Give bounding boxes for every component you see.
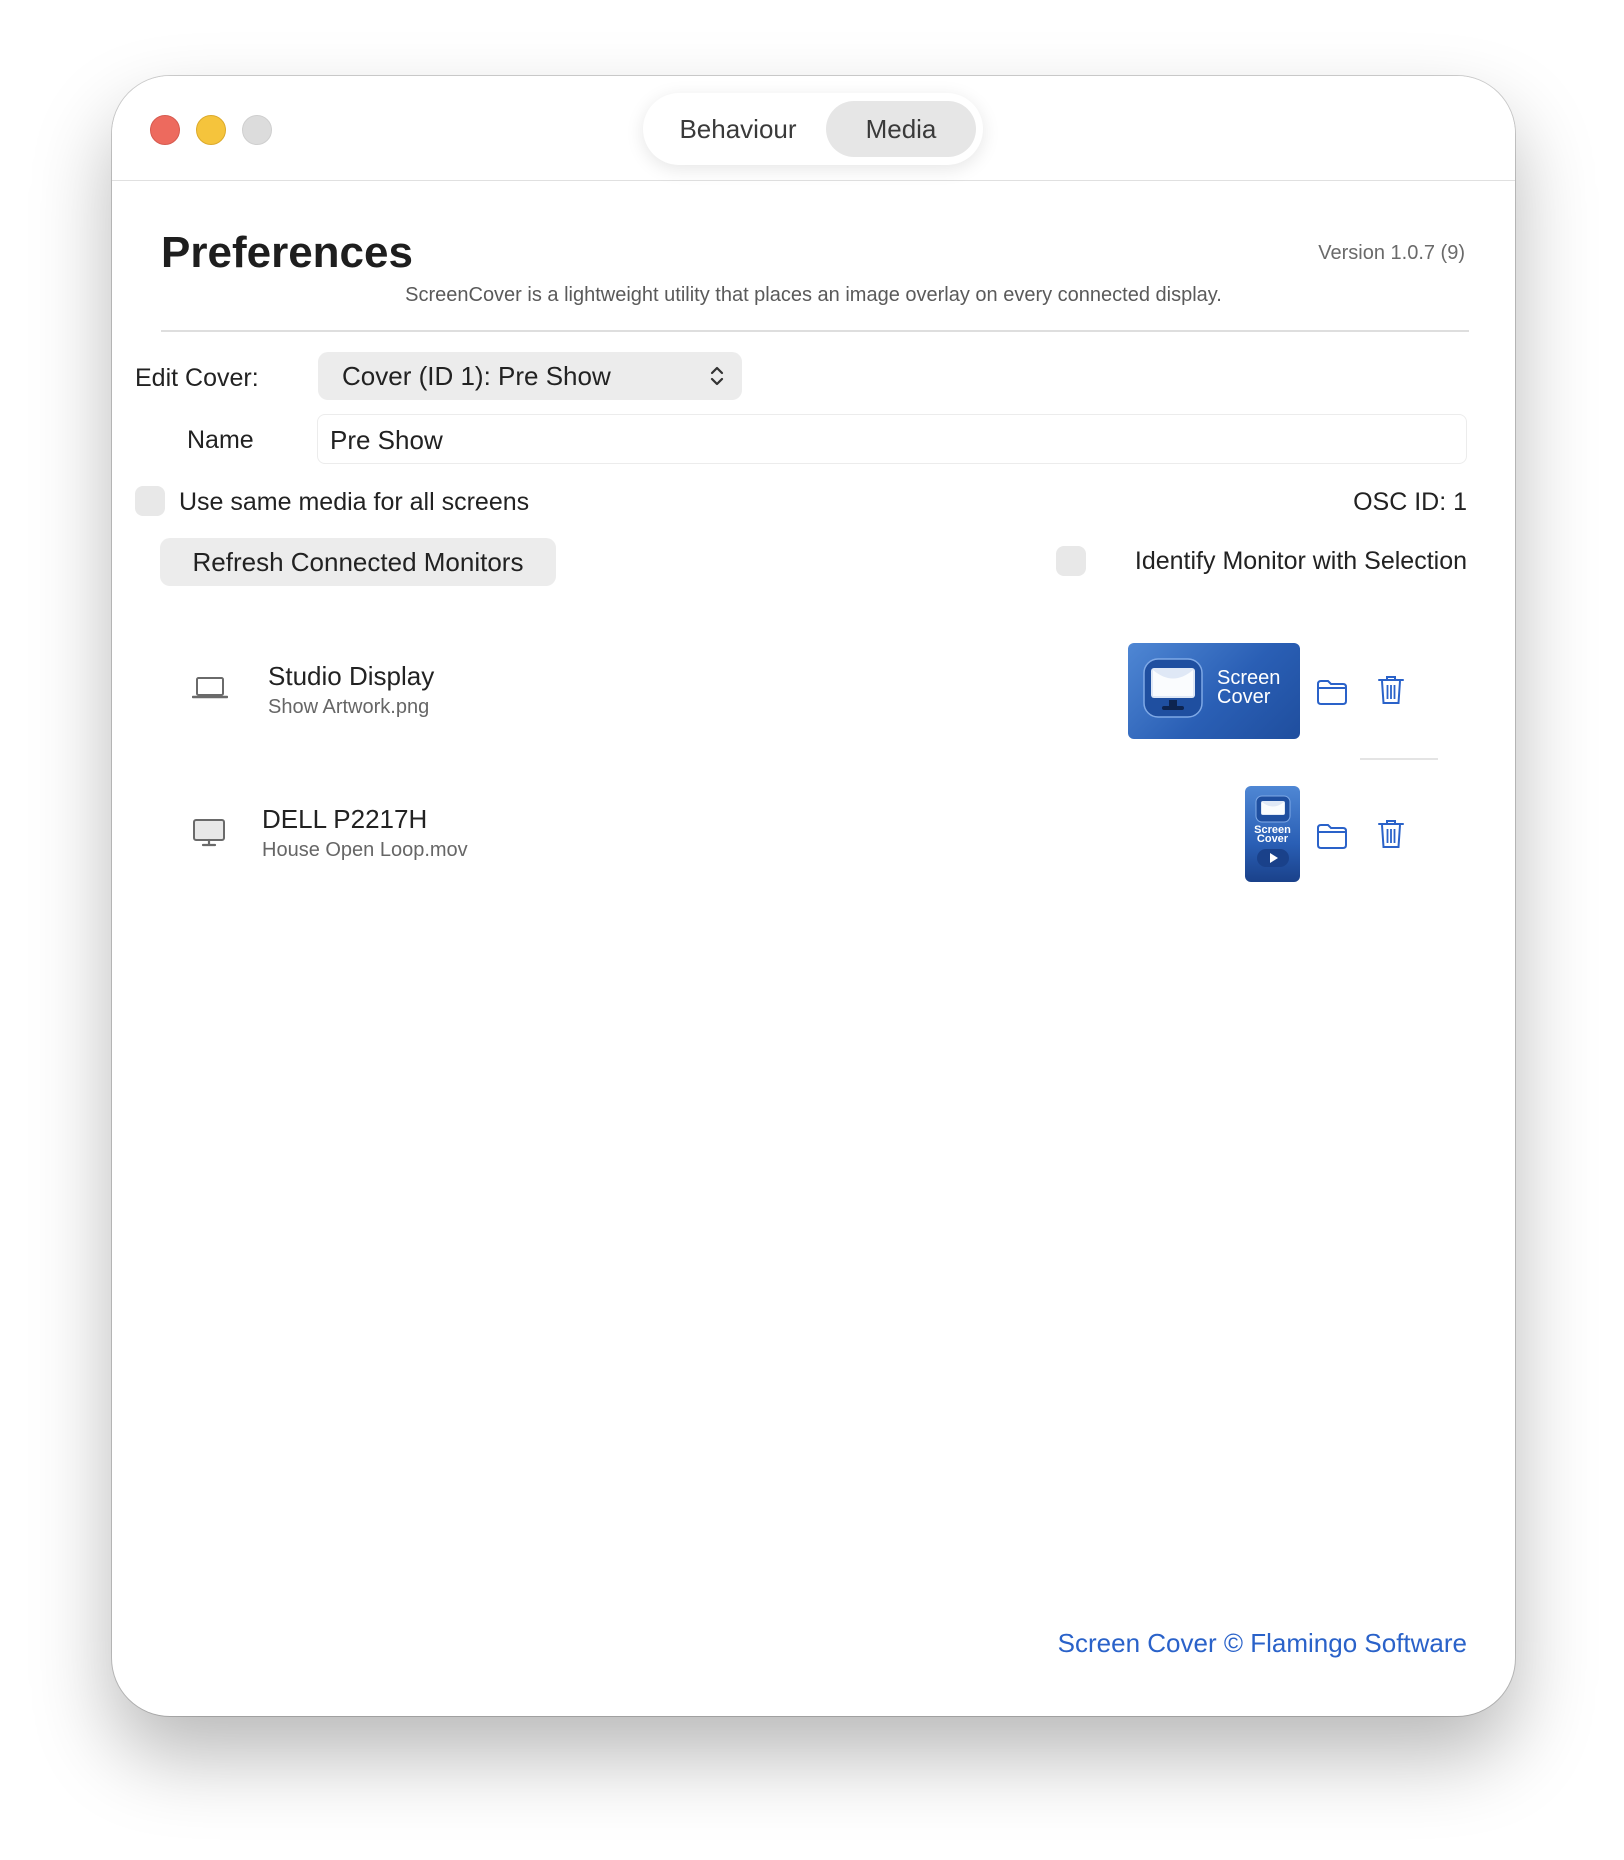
thumbnail-caption: Screen Cover [1217,667,1281,708]
app-description: ScreenCover is a lightweight utility tha… [405,284,1222,306]
tab-switcher: Behaviour Media [643,93,983,165]
page-title: Preferences [161,228,413,277]
media-thumbnail-studio-display: Screen Cover [1128,643,1300,739]
monitor-file-dell: House Open Loop.mov [262,839,468,861]
edit-cover-select[interactable]: Cover (ID 1): Pre Show [318,352,742,400]
preferences-window: Behaviour Media Preferences Version 1.0.… [112,76,1515,1716]
header-divider [161,330,1469,332]
thumbnail-caption: Screen Cover [1254,824,1291,845]
monitor-file-studio-display: Show Artwork.png [268,696,430,718]
identify-monitor-checkbox[interactable] [1056,546,1086,576]
title-bar: Behaviour Media [112,76,1515,181]
media-thumbnail-dell: Screen Cover [1245,786,1300,882]
chevron-up-down-icon [710,366,724,386]
zoom-window-button[interactable] [242,115,272,145]
laptop-icon [192,677,228,699]
same-media-checkbox[interactable] [135,486,165,516]
tab-behaviour[interactable]: Behaviour [653,101,823,157]
close-window-button[interactable] [150,115,180,145]
monitor-name-studio-display: Studio Display [268,661,435,691]
identify-monitor-label: Identify Monitor with Selection [1134,547,1467,575]
folder-icon[interactable] [1315,675,1349,709]
trash-icon[interactable] [1374,673,1408,707]
folder-icon[interactable] [1315,819,1349,853]
same-media-label: Use same media for all screens [179,488,530,516]
footer-credit-link[interactable]: Screen Cover © Flamingo Software [1058,1628,1467,1659]
minimize-window-button[interactable] [196,115,226,145]
screencover-app-icon [1255,795,1291,823]
monitor-name-dell: DELL P2217H [262,804,428,834]
osc-id-label: OSC ID: 1 [1353,488,1467,516]
screencover-app-icon [1143,658,1203,718]
row-separator [1360,758,1438,760]
name-input[interactable]: Pre Show [317,414,1467,464]
refresh-monitors-button[interactable]: Refresh Connected Monitors [160,538,556,586]
name-label: Name [187,426,254,454]
tab-media[interactable]: Media [826,101,976,157]
desktop-monitor-icon [193,819,225,847]
play-icon [1257,849,1289,867]
edit-cover-label: Edit Cover: [135,364,259,392]
trash-icon[interactable] [1374,817,1408,851]
edit-cover-selected-value: Cover (ID 1): Pre Show [342,361,611,391]
version-label: Version 1.0.7 (9) [1318,242,1465,264]
